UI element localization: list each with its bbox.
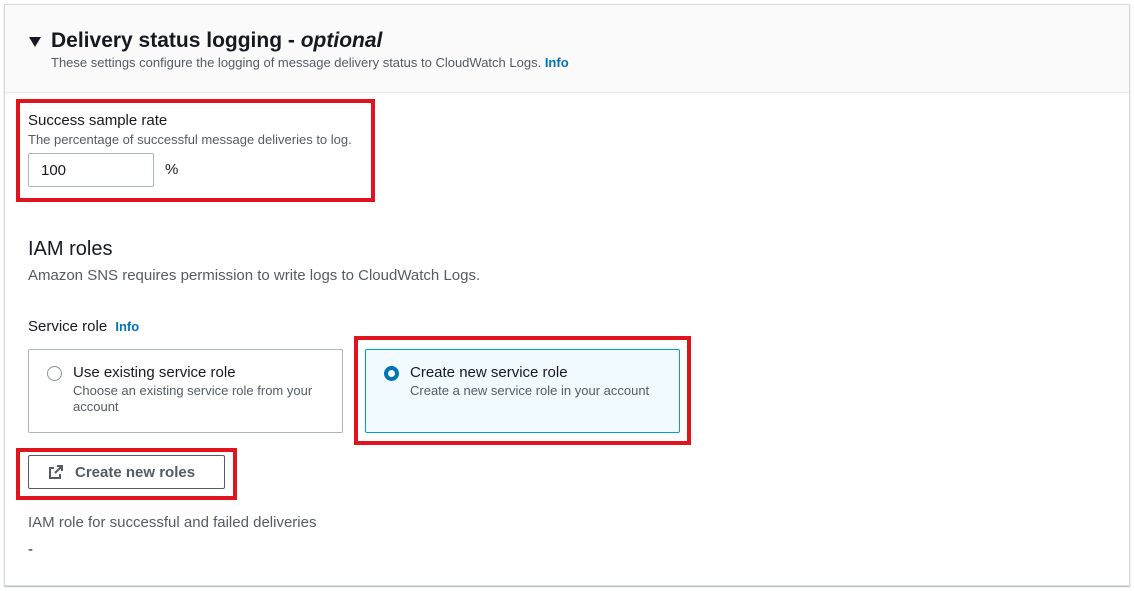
caret-down-icon[interactable] (27, 34, 43, 50)
create-new-service-role-tile[interactable]: Create new service role Create a new ser… (365, 349, 680, 433)
section-title: Delivery status logging - optional (51, 29, 382, 53)
create-new-radio[interactable] (384, 366, 399, 381)
external-link-icon (49, 465, 63, 479)
section-info-link[interactable]: Info (545, 55, 569, 70)
service-role-label: Service role Info (28, 318, 139, 335)
create-new-description: Create a new service role in your accoun… (410, 383, 650, 398)
success-sample-rate-input[interactable] (28, 153, 154, 187)
use-existing-service-role-tile[interactable]: Use existing service role Choose an exis… (28, 349, 343, 433)
iam-roles-description: Amazon SNS requires permission to write … (28, 267, 481, 284)
panel-header[interactable]: Delivery status logging - optional These… (5, 5, 1129, 93)
section-title-optional: optional (300, 29, 383, 52)
iam-role-deliveries-value: - (28, 541, 33, 558)
success-sample-rate-description: The percentage of successful message del… (28, 132, 352, 147)
section-description-text: These settings configure the logging of … (51, 55, 542, 70)
percent-unit: % (165, 161, 179, 178)
use-existing-description: Choose an existing service role from you… (73, 383, 313, 414)
service-role-info-link[interactable]: Info (115, 319, 139, 334)
section-description: These settings configure the logging of … (51, 55, 569, 70)
create-new-roles-button[interactable]: Create new roles (28, 455, 225, 489)
section-title-text: Delivery status logging - (51, 29, 301, 52)
success-sample-rate-label: Success sample rate (28, 112, 168, 129)
create-new-title: Create new service role (410, 364, 568, 381)
iam-role-deliveries-label: IAM role for successful and failed deliv… (28, 514, 317, 531)
use-existing-radio[interactable] (47, 366, 62, 381)
service-role-label-text: Service role (28, 318, 108, 335)
create-new-roles-label: Create new roles (75, 464, 196, 481)
use-existing-title: Use existing service role (73, 364, 236, 381)
iam-roles-title: IAM roles (28, 238, 113, 260)
